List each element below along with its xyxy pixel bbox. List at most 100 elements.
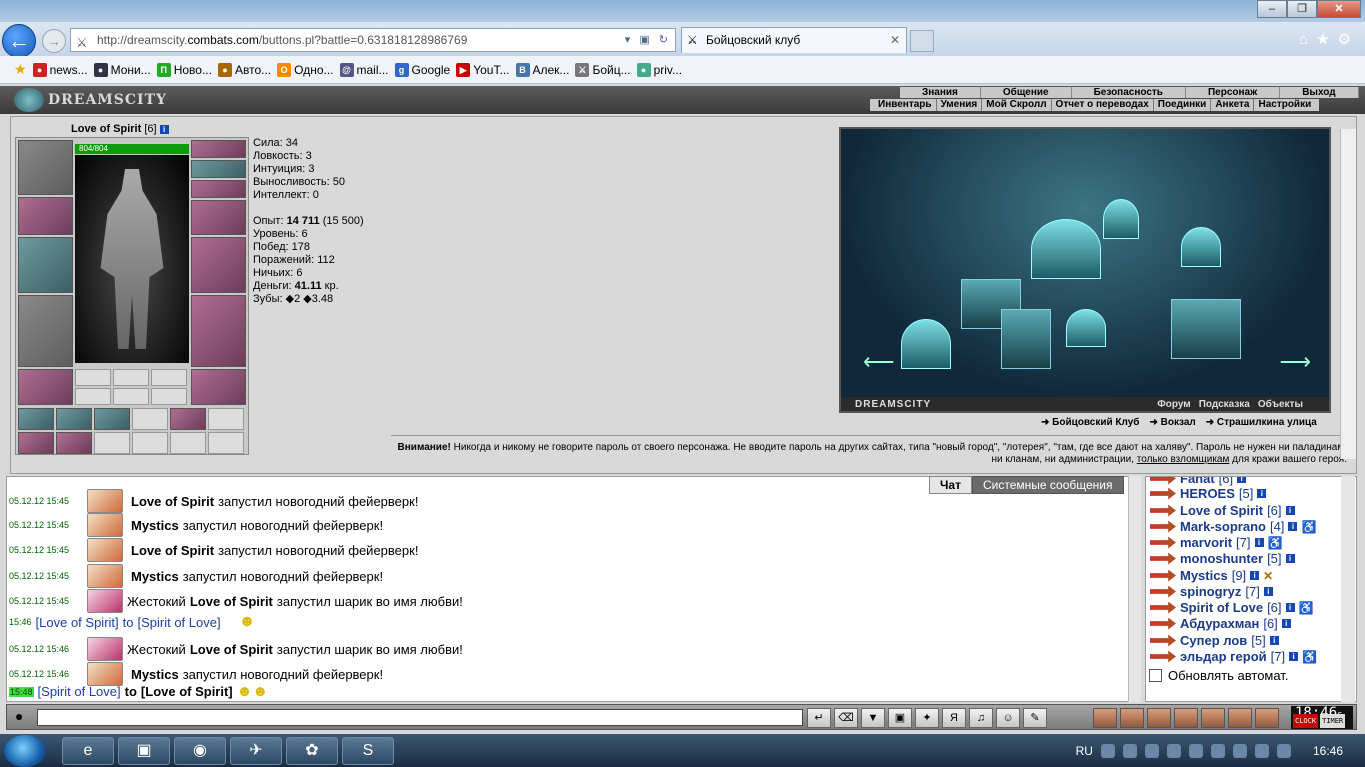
private-message-icon[interactable] (1150, 477, 1176, 485)
save-icon[interactable]: ▣ (888, 708, 912, 728)
menu-transfer-report[interactable]: Отчет о переводах (1052, 99, 1154, 111)
private-message-icon[interactable] (1150, 520, 1176, 533)
menu-character[interactable]: Персонаж (1185, 87, 1281, 98)
chat-target[interactable]: [Spirit of Love] (137, 615, 220, 630)
menu-duels[interactable]: Поединки (1154, 99, 1212, 111)
helmet-slot[interactable] (18, 140, 73, 195)
tray-icon[interactable] (1232, 743, 1247, 758)
favorites-star-icon[interactable]: ★ (1316, 31, 1337, 48)
hackers-link[interactable]: только взломщикам (1137, 454, 1230, 465)
bookmark-item[interactable]: ● Мони... (93, 62, 151, 77)
tab-chat[interactable]: Чат (929, 476, 972, 494)
language-indicator[interactable]: RU (1076, 744, 1093, 758)
tray-icon[interactable] (1166, 743, 1181, 758)
magic-icon[interactable] (1093, 708, 1117, 728)
taskbar-ie-icon[interactable]: e (62, 737, 114, 765)
bookmark-item[interactable]: ● news... (32, 62, 88, 77)
gift-slot-1[interactable] (18, 408, 54, 430)
map-link-help[interactable]: Подсказка (1199, 399, 1250, 410)
gift-slot-10[interactable] (132, 432, 168, 454)
bookmark-item[interactable]: В Алек... (515, 62, 569, 77)
station-building[interactable] (1171, 299, 1241, 359)
exit-icon[interactable] (1255, 708, 1279, 728)
tray-icon[interactable] (1122, 743, 1137, 758)
chat-author[interactable]: [Spirit of Love] (38, 684, 121, 699)
potion-slot-2[interactable] (113, 369, 149, 386)
back-button[interactable]: ← (2, 24, 36, 58)
tray-icon[interactable] (1188, 743, 1203, 758)
info-icon[interactable]: i (1237, 477, 1247, 483)
clock-tab[interactable]: CLOCK (1293, 714, 1319, 728)
private-message-icon[interactable] (1150, 617, 1176, 630)
user-item[interactable]: Spirit of Love [6] i ♿ (1150, 600, 1313, 615)
taskbar-clock[interactable]: 16:46 (1313, 744, 1343, 758)
users-scrollbar[interactable] (1341, 476, 1355, 702)
translit-icon[interactable]: Я (942, 708, 966, 728)
potion-slot-3[interactable] (151, 369, 187, 386)
info-icon[interactable]: i (1281, 619, 1291, 628)
user-item[interactable]: HEROES [5] i (1150, 486, 1267, 501)
tab-system-messages[interactable]: Системные сообщения (971, 476, 1124, 494)
user-item[interactable]: Love of Spirit [6] i (1150, 503, 1295, 518)
filter-icon[interactable]: ▼ (861, 708, 885, 728)
private-message-icon[interactable] (1150, 552, 1176, 565)
info-icon[interactable]: i (1263, 587, 1273, 596)
chat-author[interactable]: Mystics (131, 667, 179, 682)
item-slot-2[interactable] (113, 388, 149, 405)
info-icon[interactable]: i (1285, 603, 1295, 612)
backpack-icon[interactable] (1201, 708, 1225, 728)
main-scrollbar[interactable] (1340, 129, 1356, 459)
clear-chat-icon[interactable]: ✎ (1023, 708, 1047, 728)
bookmark-item[interactable]: ● priv... (636, 62, 682, 77)
shield-slot[interactable] (191, 237, 246, 293)
private-message-icon[interactable] (1150, 487, 1176, 500)
info-icon[interactable]: i (1250, 571, 1260, 580)
bookmark-item[interactable]: @ mail... (339, 62, 389, 77)
menu-exit[interactable]: Выход (1280, 87, 1359, 98)
user-item[interactable]: Fanat [6] i (1150, 477, 1247, 486)
chat-author[interactable]: Love of Spirit (190, 594, 273, 609)
item-slot-1[interactable] (75, 388, 111, 405)
home-icon[interactable]: ⌂ (1299, 31, 1316, 48)
chat-message-input[interactable] (37, 709, 803, 726)
auto-update-toggle[interactable]: Обновлять автомат. (1149, 668, 1288, 683)
info-icon[interactable]: i (1257, 489, 1267, 498)
send-icon[interactable]: ↵ (807, 708, 831, 728)
private-message-icon[interactable] (1150, 650, 1176, 663)
user-item[interactable]: marvorit [7] i ♿ (1150, 535, 1282, 550)
user-item[interactable]: Mystics [9] i ✕ (1150, 568, 1273, 583)
user-item[interactable]: Супер лов [5] i (1150, 633, 1279, 648)
gift-slot-2[interactable] (56, 408, 92, 430)
gift-slot-3[interactable] (94, 408, 130, 430)
location-station[interactable]: ➜ Вокзал (1149, 417, 1195, 428)
potion-icon[interactable] (1120, 708, 1144, 728)
timer-tab[interactable]: TIMER (1320, 714, 1346, 728)
gift-slot-6[interactable] (208, 408, 244, 430)
menu-profile[interactable]: Анкета (1211, 99, 1255, 111)
network-icon[interactable] (1254, 743, 1269, 758)
favorites-star-icon[interactable]: ★ (14, 61, 27, 78)
forward-button[interactable]: → (42, 29, 66, 53)
gift-slot-7[interactable] (18, 432, 54, 454)
sound-icon[interactable]: ♫ (969, 708, 993, 728)
clan-icon[interactable] (1147, 708, 1171, 728)
info-icon[interactable]: i (1289, 652, 1299, 661)
bookmark-item[interactable]: П Ново... (156, 62, 212, 77)
club-building[interactable] (1001, 309, 1051, 369)
location-fight-club[interactable]: ➜ Бойцовский Клуб (1041, 417, 1139, 428)
boots-slot[interactable] (191, 369, 246, 405)
user-item[interactable]: spinogryz [7] i (1150, 584, 1273, 599)
chat-author[interactable]: [Love of Spirit] (36, 615, 119, 630)
gift-slot-4[interactable] (132, 408, 168, 430)
gift-slot-9[interactable] (94, 432, 130, 454)
gift-slot-12[interactable] (208, 432, 244, 454)
user-item[interactable]: Абдурахман [6] i (1150, 616, 1291, 631)
bookmark-item[interactable]: ● Авто... (217, 62, 271, 77)
tab-combats[interactable]: ⚔ Бойцовский клуб ✕ (681, 27, 907, 53)
new-tab-button[interactable] (910, 30, 934, 52)
main-dome-building[interactable] (1031, 219, 1101, 279)
user-item[interactable]: monoshunter [5] i (1150, 551, 1295, 566)
gift-slot-8[interactable] (56, 432, 92, 454)
friends-icon[interactable] (1174, 708, 1198, 728)
private-message-icon[interactable] (1150, 585, 1176, 598)
